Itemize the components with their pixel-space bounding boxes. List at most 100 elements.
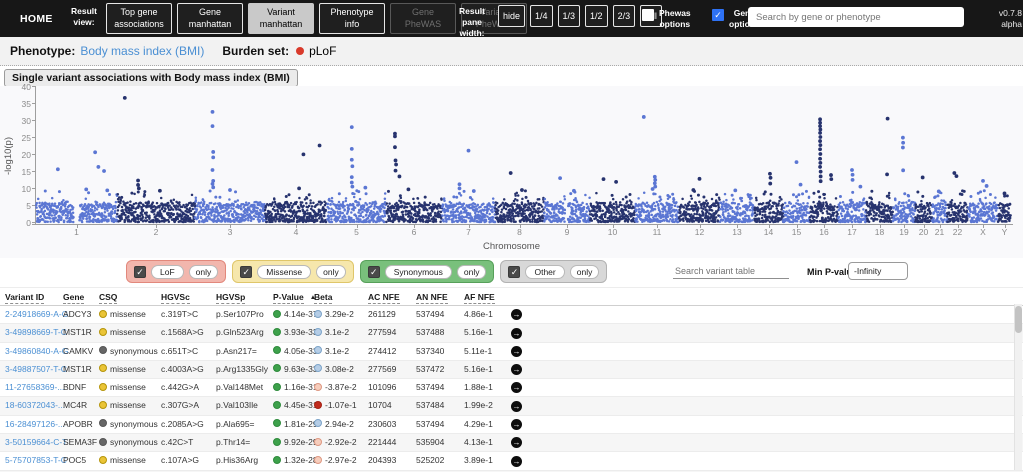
- af-nfe-cell: 5.16e-1: [463, 360, 510, 379]
- csq-cell: missense: [98, 379, 160, 397]
- beta-cell: 3.08e-2: [313, 360, 367, 379]
- pvalue-cell: 1.32e-28: [272, 452, 318, 470]
- csq-cell: synonymous: [98, 415, 160, 433]
- phewas-options-checkbox[interactable]: [642, 9, 654, 21]
- pane-width-button-hide[interactable]: hide: [498, 5, 526, 27]
- hgvsp-cell: p.Asn217=: [216, 345, 257, 356]
- csq-cell: synonymous: [98, 342, 160, 360]
- chromosome-tick-label: 21: [934, 227, 945, 237]
- x-axis-label: Chromosome: [482, 241, 541, 252]
- filter-group-lof: ✓ LoF only: [126, 260, 227, 283]
- variant-row: 2-24918669-A-G ADCY3 missense c.319T>C p.Ser…: [0, 306, 1023, 324]
- column-header-variant-id[interactable]: Variant ID: [5, 291, 45, 304]
- chromosome-tick-label: 8: [517, 227, 522, 237]
- variant-id-link[interactable]: 11-27658369-...: [5, 382, 64, 392]
- scrollbar-track[interactable]: [1014, 304, 1022, 470]
- filter-checkbox-missense[interactable]: ✓: [240, 265, 253, 278]
- csq-dot-icon: [99, 382, 107, 391]
- pvalue-dot-icon: [273, 400, 281, 409]
- nav-button-phenotype-info[interactable]: Phenotype info: [319, 3, 385, 34]
- beta-cell: -1.07e-1: [313, 396, 367, 416]
- column-header-csq[interactable]: CSQ: [99, 291, 118, 304]
- variant-id-link[interactable]: 3-49860840-A-G: [5, 346, 68, 356]
- variant-id-link[interactable]: 3-49887507-T-C: [5, 364, 67, 374]
- af-nfe-cell: 1.99e-2: [463, 396, 510, 416]
- pane-width-button-1-3[interactable]: 1/3: [557, 5, 581, 27]
- variant-id-link[interactable]: 3-50159664-C-T: [5, 437, 67, 447]
- nav-button-top-gene-associations[interactable]: Top gene associations: [106, 3, 172, 34]
- csq-dot-icon: [99, 346, 107, 355]
- open-variant-button[interactable]: →: [511, 327, 522, 339]
- column-header-hgvsc[interactable]: HGVSc: [161, 291, 190, 304]
- pane-width-button-1-2[interactable]: 1/2: [585, 5, 608, 27]
- filter-only-button-synonymous[interactable]: only: [456, 264, 487, 279]
- filter-only-button-other[interactable]: only: [569, 264, 600, 279]
- open-variant-button[interactable]: →: [511, 419, 522, 431]
- open-variant-button[interactable]: →: [511, 455, 522, 467]
- af-nfe-cell: 5.11e-1: [464, 345, 493, 356]
- an-nfe-cell: 537488: [415, 323, 463, 343]
- filter-checkbox-other[interactable]: ✓: [508, 265, 521, 278]
- column-header-gene[interactable]: Gene: [63, 291, 85, 304]
- table-controls-row: ✓ LoF only ✓ Missense only ✓ Synonymous only ✓ Oth…: [0, 258, 1023, 286]
- phenotype-label: Phenotype:: [10, 44, 76, 58]
- scrollbar-thumb[interactable]: [1015, 306, 1022, 333]
- filter-group-synonymous: ✓ Synonymous only: [359, 260, 495, 283]
- beta-cell: -2.97e-2: [313, 452, 367, 470]
- open-variant-button[interactable]: →: [511, 400, 522, 412]
- chromosome-tick-label: 6: [411, 227, 417, 237]
- open-variant-button[interactable]: →: [511, 364, 522, 376]
- variant-id-link[interactable]: 18-60372043-...: [5, 400, 65, 410]
- min-pvalue-input[interactable]: [848, 262, 908, 280]
- filter-only-button-lof[interactable]: only: [188, 264, 219, 279]
- pane-width-button-2-3[interactable]: 2/3: [612, 5, 636, 27]
- column-header-af-nfe[interactable]: AF NFE: [464, 291, 495, 304]
- chromosome-tick-label: 9: [564, 227, 570, 237]
- pane-width-button-1-4[interactable]: 1/4: [530, 5, 553, 27]
- nav-button-gene-manhattan[interactable]: Gene manhattan: [177, 3, 243, 34]
- hgvsc-cell: c.42C>T: [160, 433, 215, 452]
- nav-button-variant-manhattan[interactable]: Variant manhattan: [248, 3, 314, 34]
- csq-dot-icon: [99, 455, 107, 464]
- variant-table-search-input[interactable]: [673, 264, 789, 279]
- pvalue-dot-icon: [273, 309, 281, 318]
- column-header-p-value[interactable]: P-Value: [273, 291, 304, 304]
- variant-row: 16-28497126-... APOBR synonymous c.2085A>G p…: [0, 415, 1023, 434]
- open-variant-button[interactable]: →: [511, 382, 522, 394]
- variant-id-link[interactable]: 2-24918669-A-G: [5, 309, 68, 319]
- variant-id-link[interactable]: 5-75707853-T-C: [5, 455, 67, 465]
- pvalue-cell: 9.63e-33: [272, 360, 318, 379]
- column-header-beta[interactable]: Beta: [314, 291, 333, 304]
- filter-only-button-missense[interactable]: only: [316, 264, 346, 279]
- column-header-ac-nfe[interactable]: AC NFE: [368, 291, 400, 304]
- result-pane-width-label: Result pane width:: [459, 6, 485, 39]
- gene-name: ADCY3: [63, 309, 92, 319]
- burden-set-value: pLoF: [309, 44, 337, 58]
- an-nfe-cell: 537494: [416, 309, 445, 319]
- beta-cell: 3.1e-2: [313, 323, 367, 343]
- af-nfe-cell: 4.13e-1: [463, 433, 510, 452]
- beta-dot-icon: [314, 309, 322, 318]
- gene-options-checkbox[interactable]: ✓: [712, 9, 724, 21]
- filter-checkbox-synonymous[interactable]: ✓: [367, 265, 380, 278]
- variant-id-link[interactable]: 16-28497126-...: [5, 419, 65, 429]
- pvalue-dot-icon: [273, 346, 281, 355]
- hgvsp-cell: p.Ala695=: [216, 418, 255, 429]
- variant-id-link[interactable]: 3-49898669-T-C: [5, 327, 67, 337]
- chromosome-tick-label: 19: [899, 227, 909, 237]
- open-variant-button[interactable]: →: [511, 437, 522, 449]
- home-button[interactable]: HOME: [20, 13, 53, 25]
- global-search-input[interactable]: [748, 7, 964, 27]
- phenotype-link[interactable]: Body mass index (BMI): [80, 44, 204, 58]
- variant-row: 3-49887507-T-C MST1R missense c.4003A>G p.Ar…: [0, 360, 1023, 379]
- gene-name: APOBR: [63, 418, 93, 429]
- gene-name: MST1R: [62, 323, 98, 343]
- column-header-hgvsp[interactable]: HGVSp: [216, 291, 246, 304]
- filter-checkbox-lof[interactable]: ✓: [134, 265, 146, 278]
- chromosome-tick-label: 5: [354, 227, 359, 237]
- chromosome-tick-label: 4: [293, 227, 299, 237]
- pvalue-cell: 9.92e-29: [272, 433, 318, 452]
- column-header-an-nfe[interactable]: AN NFE: [416, 291, 448, 304]
- open-variant-button[interactable]: →: [511, 345, 522, 357]
- open-variant-button[interactable]: →: [511, 309, 522, 321]
